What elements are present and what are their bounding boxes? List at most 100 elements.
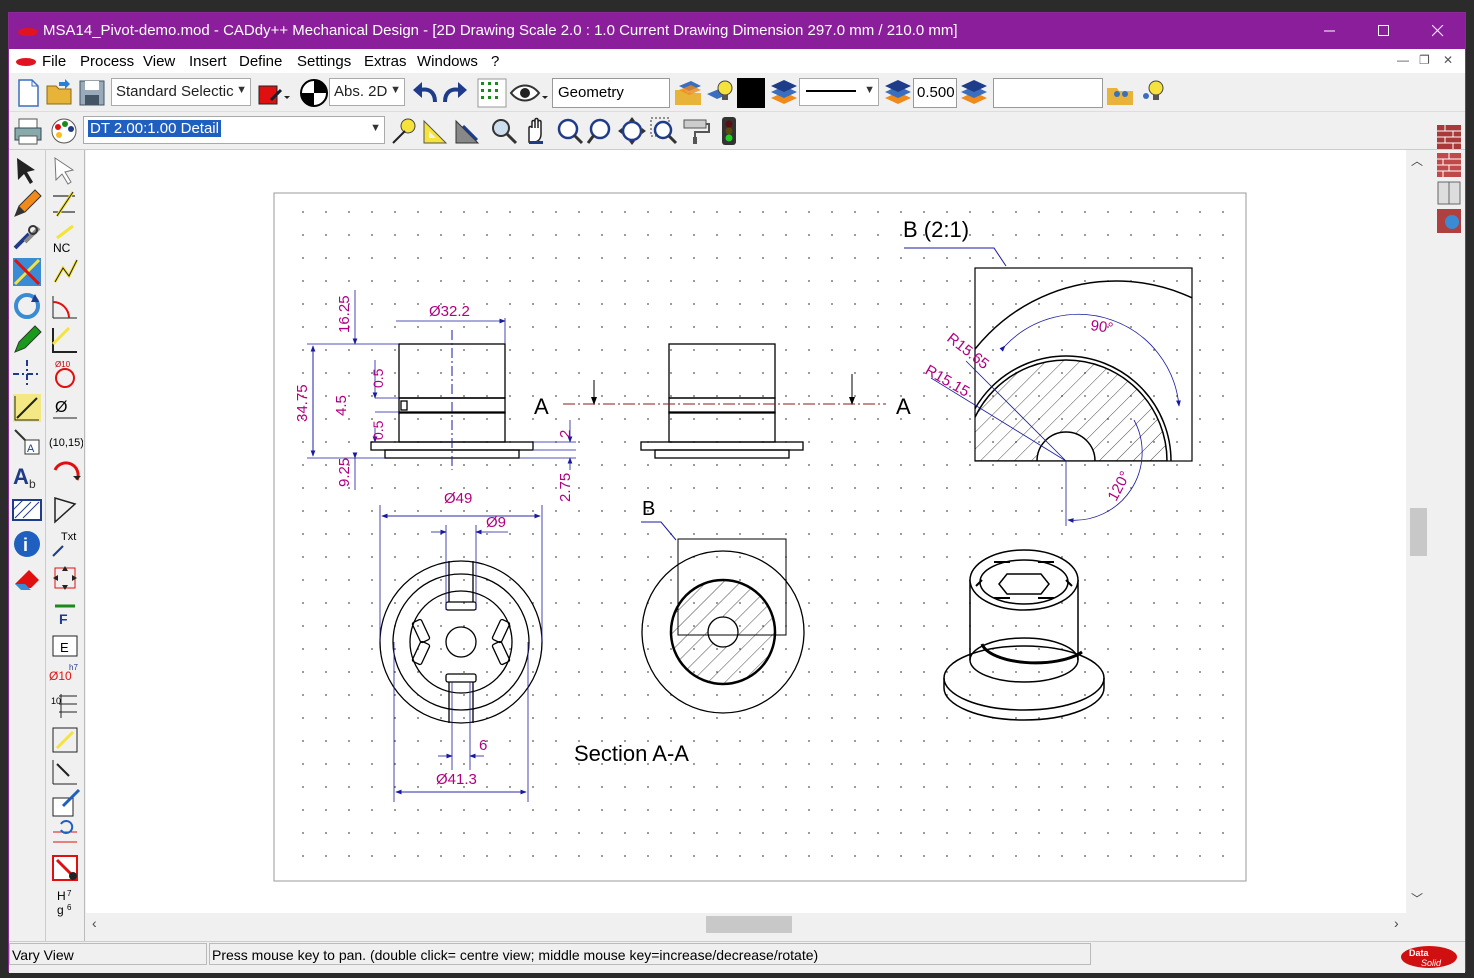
zoom-out-icon[interactable] [585, 116, 615, 146]
redo-icon[interactable] [441, 78, 471, 108]
table-edit-icon[interactable] [49, 788, 81, 820]
fit-tolerance-icon[interactable]: H 7g 6 [49, 886, 81, 918]
open-file-icon[interactable] [45, 78, 75, 108]
hatch-icon[interactable] [11, 494, 43, 526]
brick-wall-icon[interactable] [1437, 125, 1461, 149]
print-icon[interactable] [13, 116, 43, 146]
stacked-dim-icon[interactable]: 10 [49, 690, 81, 722]
doc-minimize-button[interactable]: — [1397, 53, 1409, 67]
vertical-scrollbar[interactable]: ︿ ﹀ [1406, 150, 1428, 910]
zoom-all-icon[interactable] [617, 116, 647, 146]
move-icon[interactable] [49, 562, 81, 594]
line-type-select[interactable]: ▼ [799, 78, 879, 106]
arc-icon[interactable] [49, 290, 81, 322]
zoom-window-icon[interactable] [649, 116, 679, 146]
selection-mode-select[interactable]: Standard Selectic ▼ [111, 78, 251, 106]
web-wall-icon[interactable] [1437, 209, 1461, 233]
menu-view[interactable]: View [143, 53, 175, 70]
free-text-field[interactable] [993, 78, 1103, 108]
centerline-icon[interactable] [11, 358, 43, 390]
menu-file[interactable]: File [42, 53, 66, 70]
scroll-up-icon[interactable]: ︿ [1411, 152, 1423, 169]
green-pencil-icon[interactable] [11, 324, 43, 356]
tools-icon[interactable] [11, 222, 43, 254]
text-tool-icon[interactable]: Txt [49, 528, 81, 560]
line-tool-icon[interactable] [49, 188, 81, 220]
layers-folder-icon[interactable] [673, 78, 703, 108]
paint-roller-icon[interactable] [681, 116, 711, 146]
measure-icon[interactable] [453, 116, 483, 146]
rotate-icon[interactable] [11, 290, 43, 322]
doc-restore-button[interactable]: ❐ [1419, 53, 1430, 67]
menu-windows[interactable]: Windows [417, 53, 478, 70]
text-position-icon[interactable]: A [11, 426, 43, 458]
layer-name-field[interactable]: Geometry [552, 78, 670, 108]
select-outline-icon[interactable] [49, 154, 81, 186]
triangle-ruler-icon[interactable] [421, 116, 451, 146]
palette-icon[interactable] [49, 116, 79, 146]
close-button[interactable] [1411, 13, 1465, 49]
coordinates-icon[interactable]: (10,15) [49, 426, 83, 458]
nc-icon[interactable]: NC [49, 222, 81, 254]
scroll-right-icon[interactable]: › [1394, 915, 1399, 931]
detail-bulb-icon[interactable] [389, 116, 419, 146]
layer-stack-icon[interactable] [769, 78, 799, 108]
doc-close-button[interactable]: ✕ [1443, 53, 1453, 67]
line-width-layer-icon[interactable] [883, 78, 913, 108]
vertical-scroll-thumb[interactable] [1410, 508, 1427, 556]
info-icon[interactable]: i [11, 528, 43, 560]
eraser-icon[interactable] [11, 562, 43, 594]
tolerance-icon[interactable]: Ø10h7 [49, 658, 81, 690]
brick-wall-2-icon[interactable] [1437, 153, 1461, 177]
polyline-icon[interactable] [49, 256, 81, 288]
minimize-button[interactable] [1303, 13, 1357, 49]
pan-hand-icon[interactable] [521, 116, 551, 146]
zoom-icon[interactable] [489, 116, 519, 146]
arc-dim-icon[interactable] [49, 460, 81, 492]
layer-bulb-icon[interactable] [705, 78, 735, 108]
menu-insert[interactable]: Insert [189, 53, 227, 70]
save-icon[interactable] [77, 78, 107, 108]
coordinate-mode-select[interactable]: Abs. 2D ▼ [329, 78, 405, 106]
color-swatch[interactable] [737, 78, 765, 108]
line-width-field[interactable]: 0.500 [913, 78, 957, 108]
text-style-icon[interactable]: Ab [11, 460, 43, 492]
trim-icon[interactable] [11, 256, 43, 288]
dimension-icon[interactable] [11, 392, 43, 424]
menu-define[interactable]: Define [239, 53, 282, 70]
grid-icon[interactable] [477, 78, 507, 108]
view-eye-icon[interactable] [509, 78, 549, 108]
edit-frame-icon[interactable]: E [49, 628, 81, 660]
zoom-in-icon[interactable] [555, 116, 585, 146]
panel-icon[interactable] [1437, 181, 1461, 205]
angle-dim-icon[interactable] [49, 494, 81, 526]
new-file-icon[interactable] [13, 78, 43, 108]
maximize-button[interactable] [1357, 13, 1411, 49]
detail-view-select[interactable]: DT 2.00:1.00 Detail ▼ [83, 116, 385, 144]
horizontal-scroll-thumb[interactable] [706, 916, 792, 933]
delete-dims-icon[interactable] [49, 852, 81, 884]
group-folder-icon[interactable] [1105, 78, 1135, 108]
scroll-left-icon[interactable]: ‹ [92, 915, 97, 931]
menu-help[interactable]: ? [491, 53, 499, 70]
scroll-down-icon[interactable]: ﹀ [1411, 890, 1423, 907]
format-icon[interactable]: F [49, 596, 81, 628]
menu-settings[interactable]: Settings [297, 53, 351, 70]
layer-stack-icon-2[interactable] [959, 78, 989, 108]
diameter-dim-icon[interactable]: Ø [49, 392, 81, 424]
explode-icon[interactable] [49, 756, 81, 788]
group-bulb-icon[interactable] [1137, 78, 1167, 108]
pencil-icon[interactable] [11, 188, 43, 220]
drawing-canvas[interactable]: Ø32.2 16.25 34.75 0.5 4.5 0.5 9.25 2 2.7… [86, 150, 1406, 920]
color-picker-icon[interactable] [257, 80, 291, 110]
break-line-icon[interactable] [49, 724, 81, 756]
traffic-light-icon[interactable] [719, 116, 739, 146]
circle-dia-icon[interactable]: Ø10 [49, 358, 81, 390]
refresh-dims-icon[interactable] [49, 820, 81, 852]
menu-extras[interactable]: Extras [364, 53, 407, 70]
horizontal-scrollbar[interactable]: ‹ › [86, 913, 1406, 935]
select-arrow-icon[interactable] [11, 154, 43, 186]
menu-process[interactable]: Process [80, 53, 134, 70]
chamfer-icon[interactable] [49, 324, 81, 356]
origin-icon[interactable] [299, 78, 329, 108]
